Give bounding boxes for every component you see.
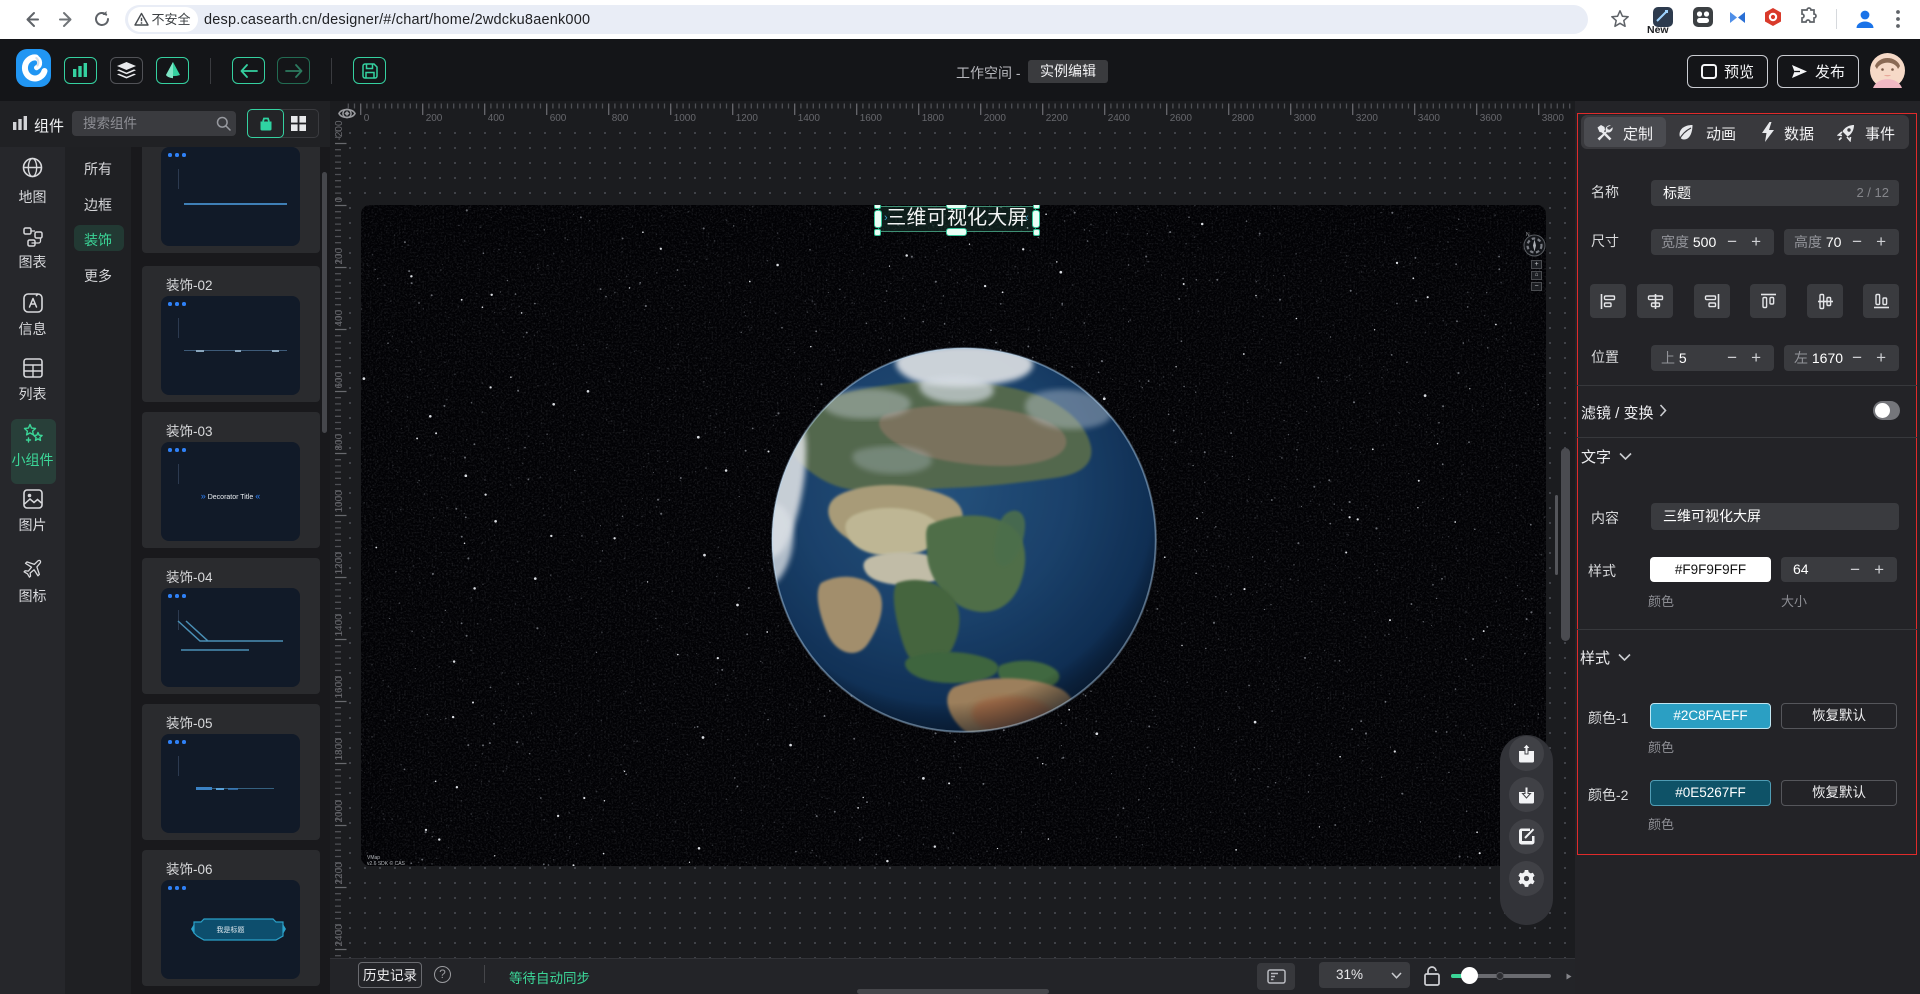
svg-text:2000: 2000 — [984, 113, 1007, 124]
svg-text:0: 0 — [334, 197, 345, 203]
svg-text:400: 400 — [334, 309, 345, 326]
svg-text:2600: 2600 — [1170, 113, 1193, 124]
svg-text:2400: 2400 — [1108, 113, 1131, 124]
svg-text:1800: 1800 — [334, 738, 345, 761]
svg-text:1600: 1600 — [334, 676, 345, 699]
svg-text:1000: 1000 — [334, 490, 345, 513]
svg-text:600: 600 — [334, 371, 345, 388]
svg-text:0: 0 — [364, 113, 370, 124]
svg-text:2400: 2400 — [334, 924, 345, 947]
svg-text:1000: 1000 — [674, 113, 697, 124]
svg-text:2200: 2200 — [334, 862, 345, 885]
svg-text:1200: 1200 — [334, 552, 345, 575]
svg-text:1200: 1200 — [736, 113, 759, 124]
svg-text:800: 800 — [334, 433, 345, 450]
svg-text:600: 600 — [550, 113, 567, 124]
svg-text:1600: 1600 — [860, 113, 883, 124]
svg-text:3400: 3400 — [1418, 113, 1441, 124]
svg-text:1800: 1800 — [922, 113, 945, 124]
svg-text:3200: 3200 — [1356, 113, 1379, 124]
svg-text:1400: 1400 — [798, 113, 821, 124]
svg-text:3600: 3600 — [1480, 113, 1503, 124]
svg-text:200: 200 — [334, 247, 345, 264]
svg-text:3800: 3800 — [1542, 113, 1565, 124]
svg-text:2000: 2000 — [334, 800, 345, 823]
svg-text:3000: 3000 — [1294, 113, 1317, 124]
svg-text:400: 400 — [488, 113, 505, 124]
svg-text:800: 800 — [612, 113, 629, 124]
svg-text:2800: 2800 — [1232, 113, 1255, 124]
svg-text:2200: 2200 — [1046, 113, 1069, 124]
svg-text:1400: 1400 — [334, 614, 345, 637]
svg-text:200: 200 — [426, 113, 443, 124]
svg-text:-200: -200 — [334, 120, 345, 140]
